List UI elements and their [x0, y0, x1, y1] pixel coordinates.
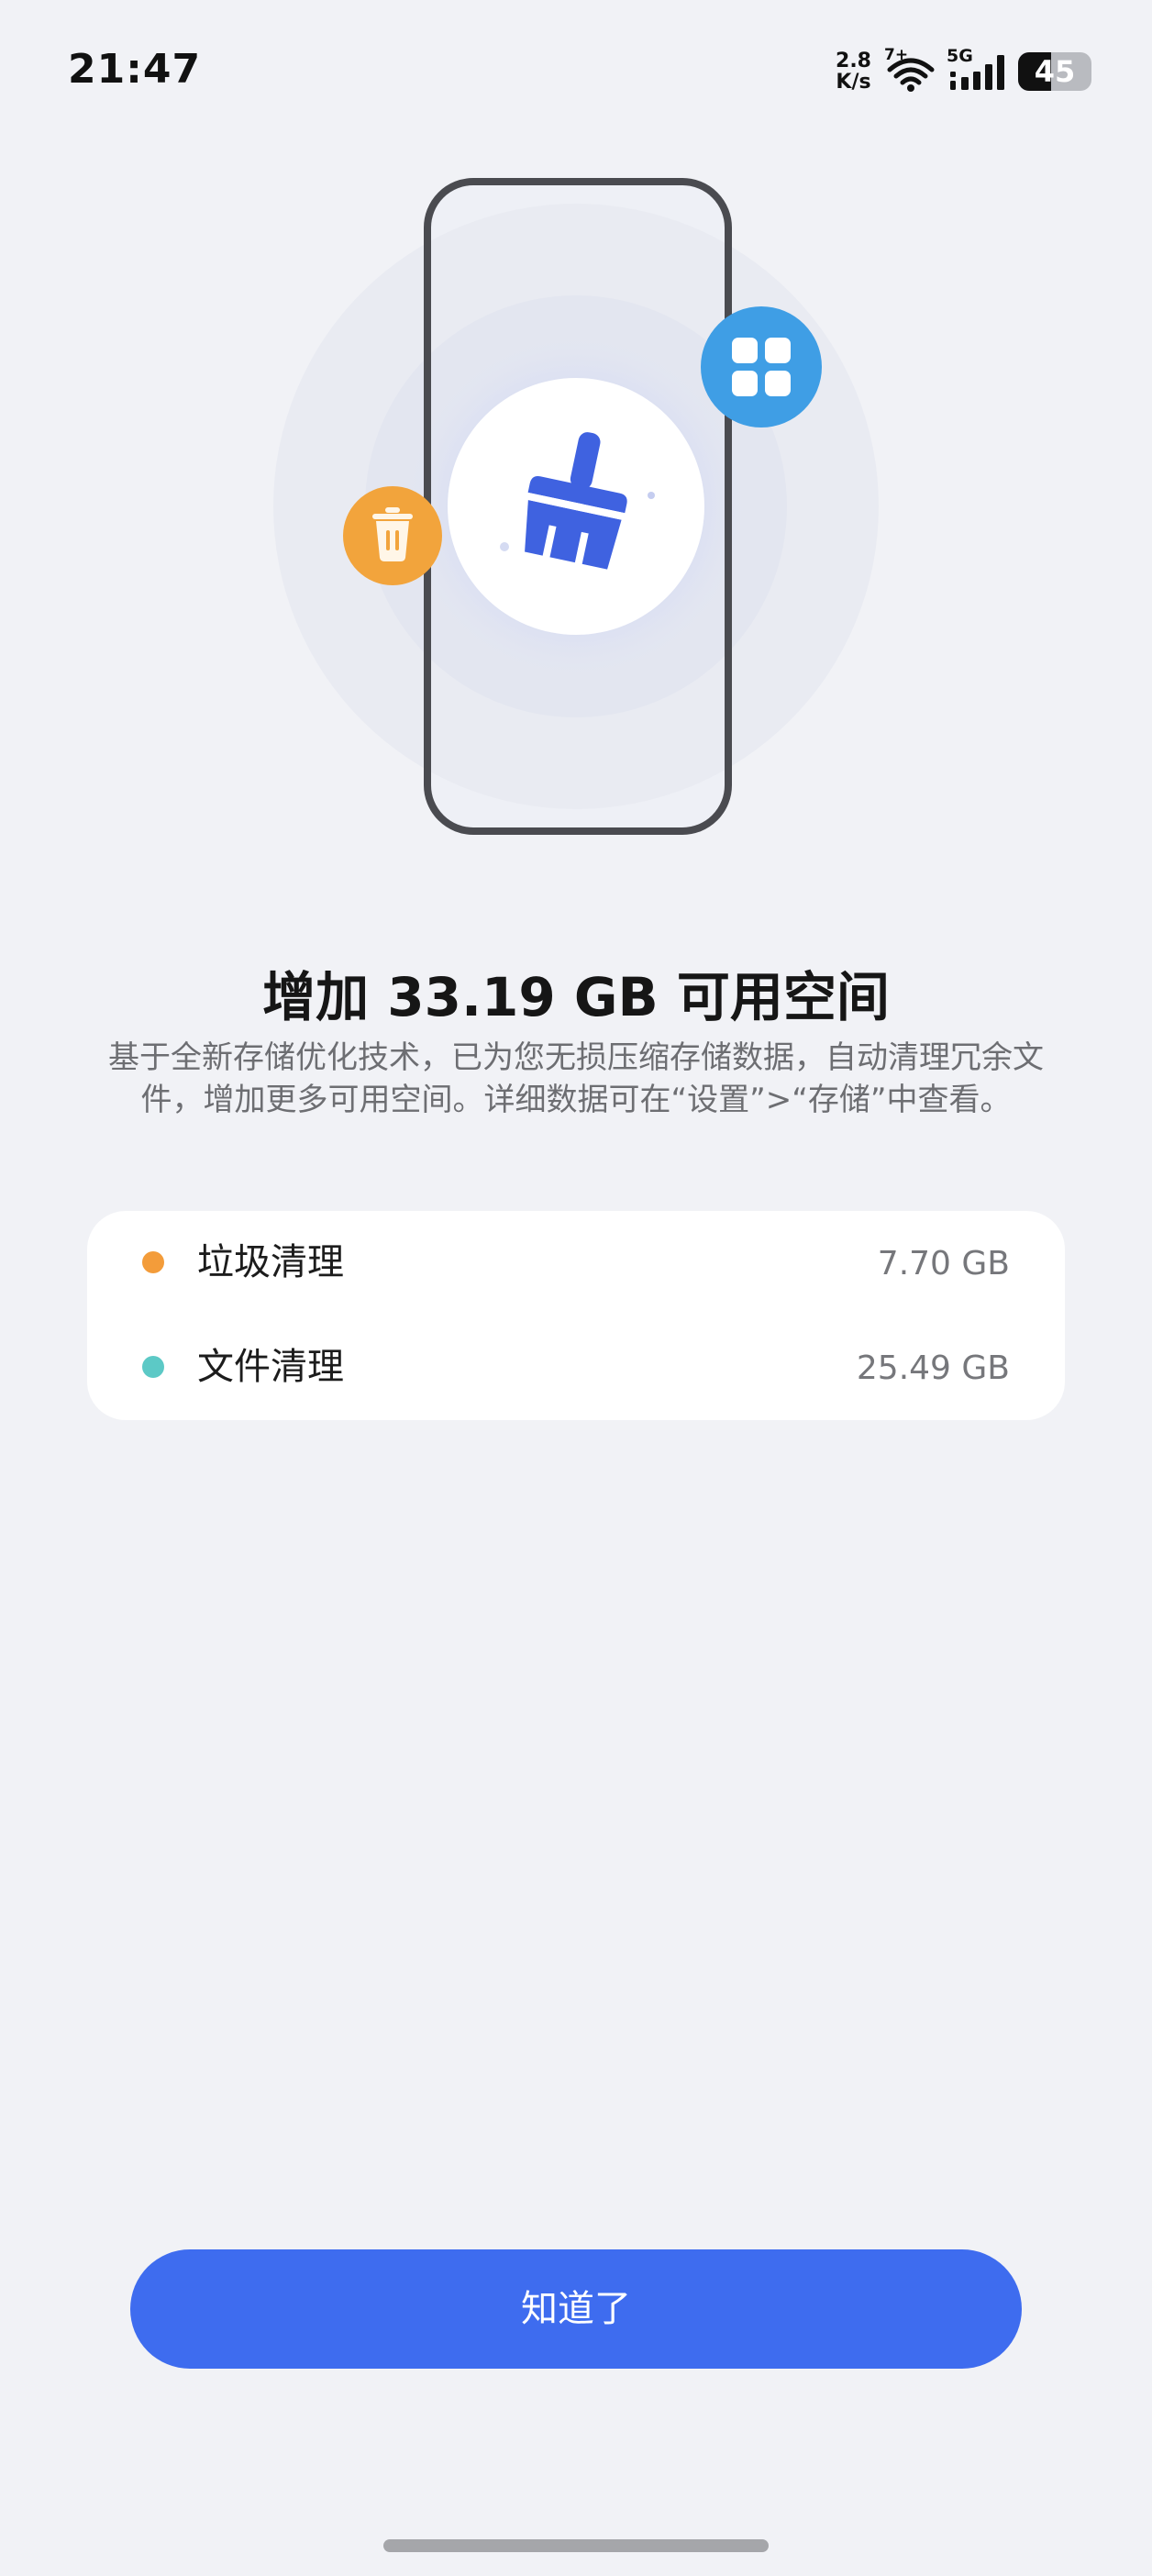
cellular-type-label: 5G	[947, 46, 973, 66]
junk-cleanup-dot	[142, 1251, 164, 1273]
list-item-value: 7.70 GB	[877, 1245, 1010, 1282]
wifi-icon: 7+	[882, 46, 936, 94]
list-item-value: 25.49 GB	[856, 1349, 1010, 1387]
grid-apps-icon	[701, 306, 822, 427]
got-it-button[interactable]: 知道了	[130, 2249, 1022, 2369]
list-item-label: 文件清理	[197, 1346, 344, 1388]
file-cleanup-dot	[142, 1356, 164, 1378]
list-item-file-cleanup: 文件清理 25.49 GB	[87, 1316, 1065, 1420]
battery-icon: 45	[1018, 52, 1091, 91]
cellular-signal-icon: 5G	[947, 46, 1007, 94]
network-speed: 2.8 K/s	[836, 50, 871, 93]
battery-indicator: 45	[1018, 52, 1091, 91]
freed-space-headline: 增加 33.19 GB 可用空间	[262, 966, 890, 1028]
network-speed-unit: K/s	[836, 71, 871, 94]
illustration-graphic	[273, 178, 879, 835]
cleanup-breakdown-card: 垃圾清理 7.70 GB 文件清理 25.49 GB	[87, 1211, 1065, 1420]
list-item-label: 垃圾清理	[197, 1241, 344, 1283]
list-item-junk-cleanup: 垃圾清理 7.70 GB	[87, 1211, 1065, 1316]
optimization-description: 基于全新存储优化技术，已为您无损压缩存储数据，自动清理冗余文件，增加更多可用空间…	[108, 1039, 1044, 1118]
status-icons: 2.8 K/s 7+ 5G 45	[836, 46, 1091, 95]
network-speed-value: 2.8	[836, 50, 871, 72]
status-time: 21:47	[68, 46, 202, 93]
trash-icon	[343, 486, 442, 585]
battery-percentage: 45	[1034, 54, 1076, 89]
status-bar: 21:47 2.8 K/s 7+ 5G 45	[0, 0, 1152, 147]
home-indicator[interactable]	[383, 2539, 769, 2552]
storage-cleanup-illustration	[0, 165, 1152, 844]
wifi-standard-label: 7+	[884, 46, 909, 64]
